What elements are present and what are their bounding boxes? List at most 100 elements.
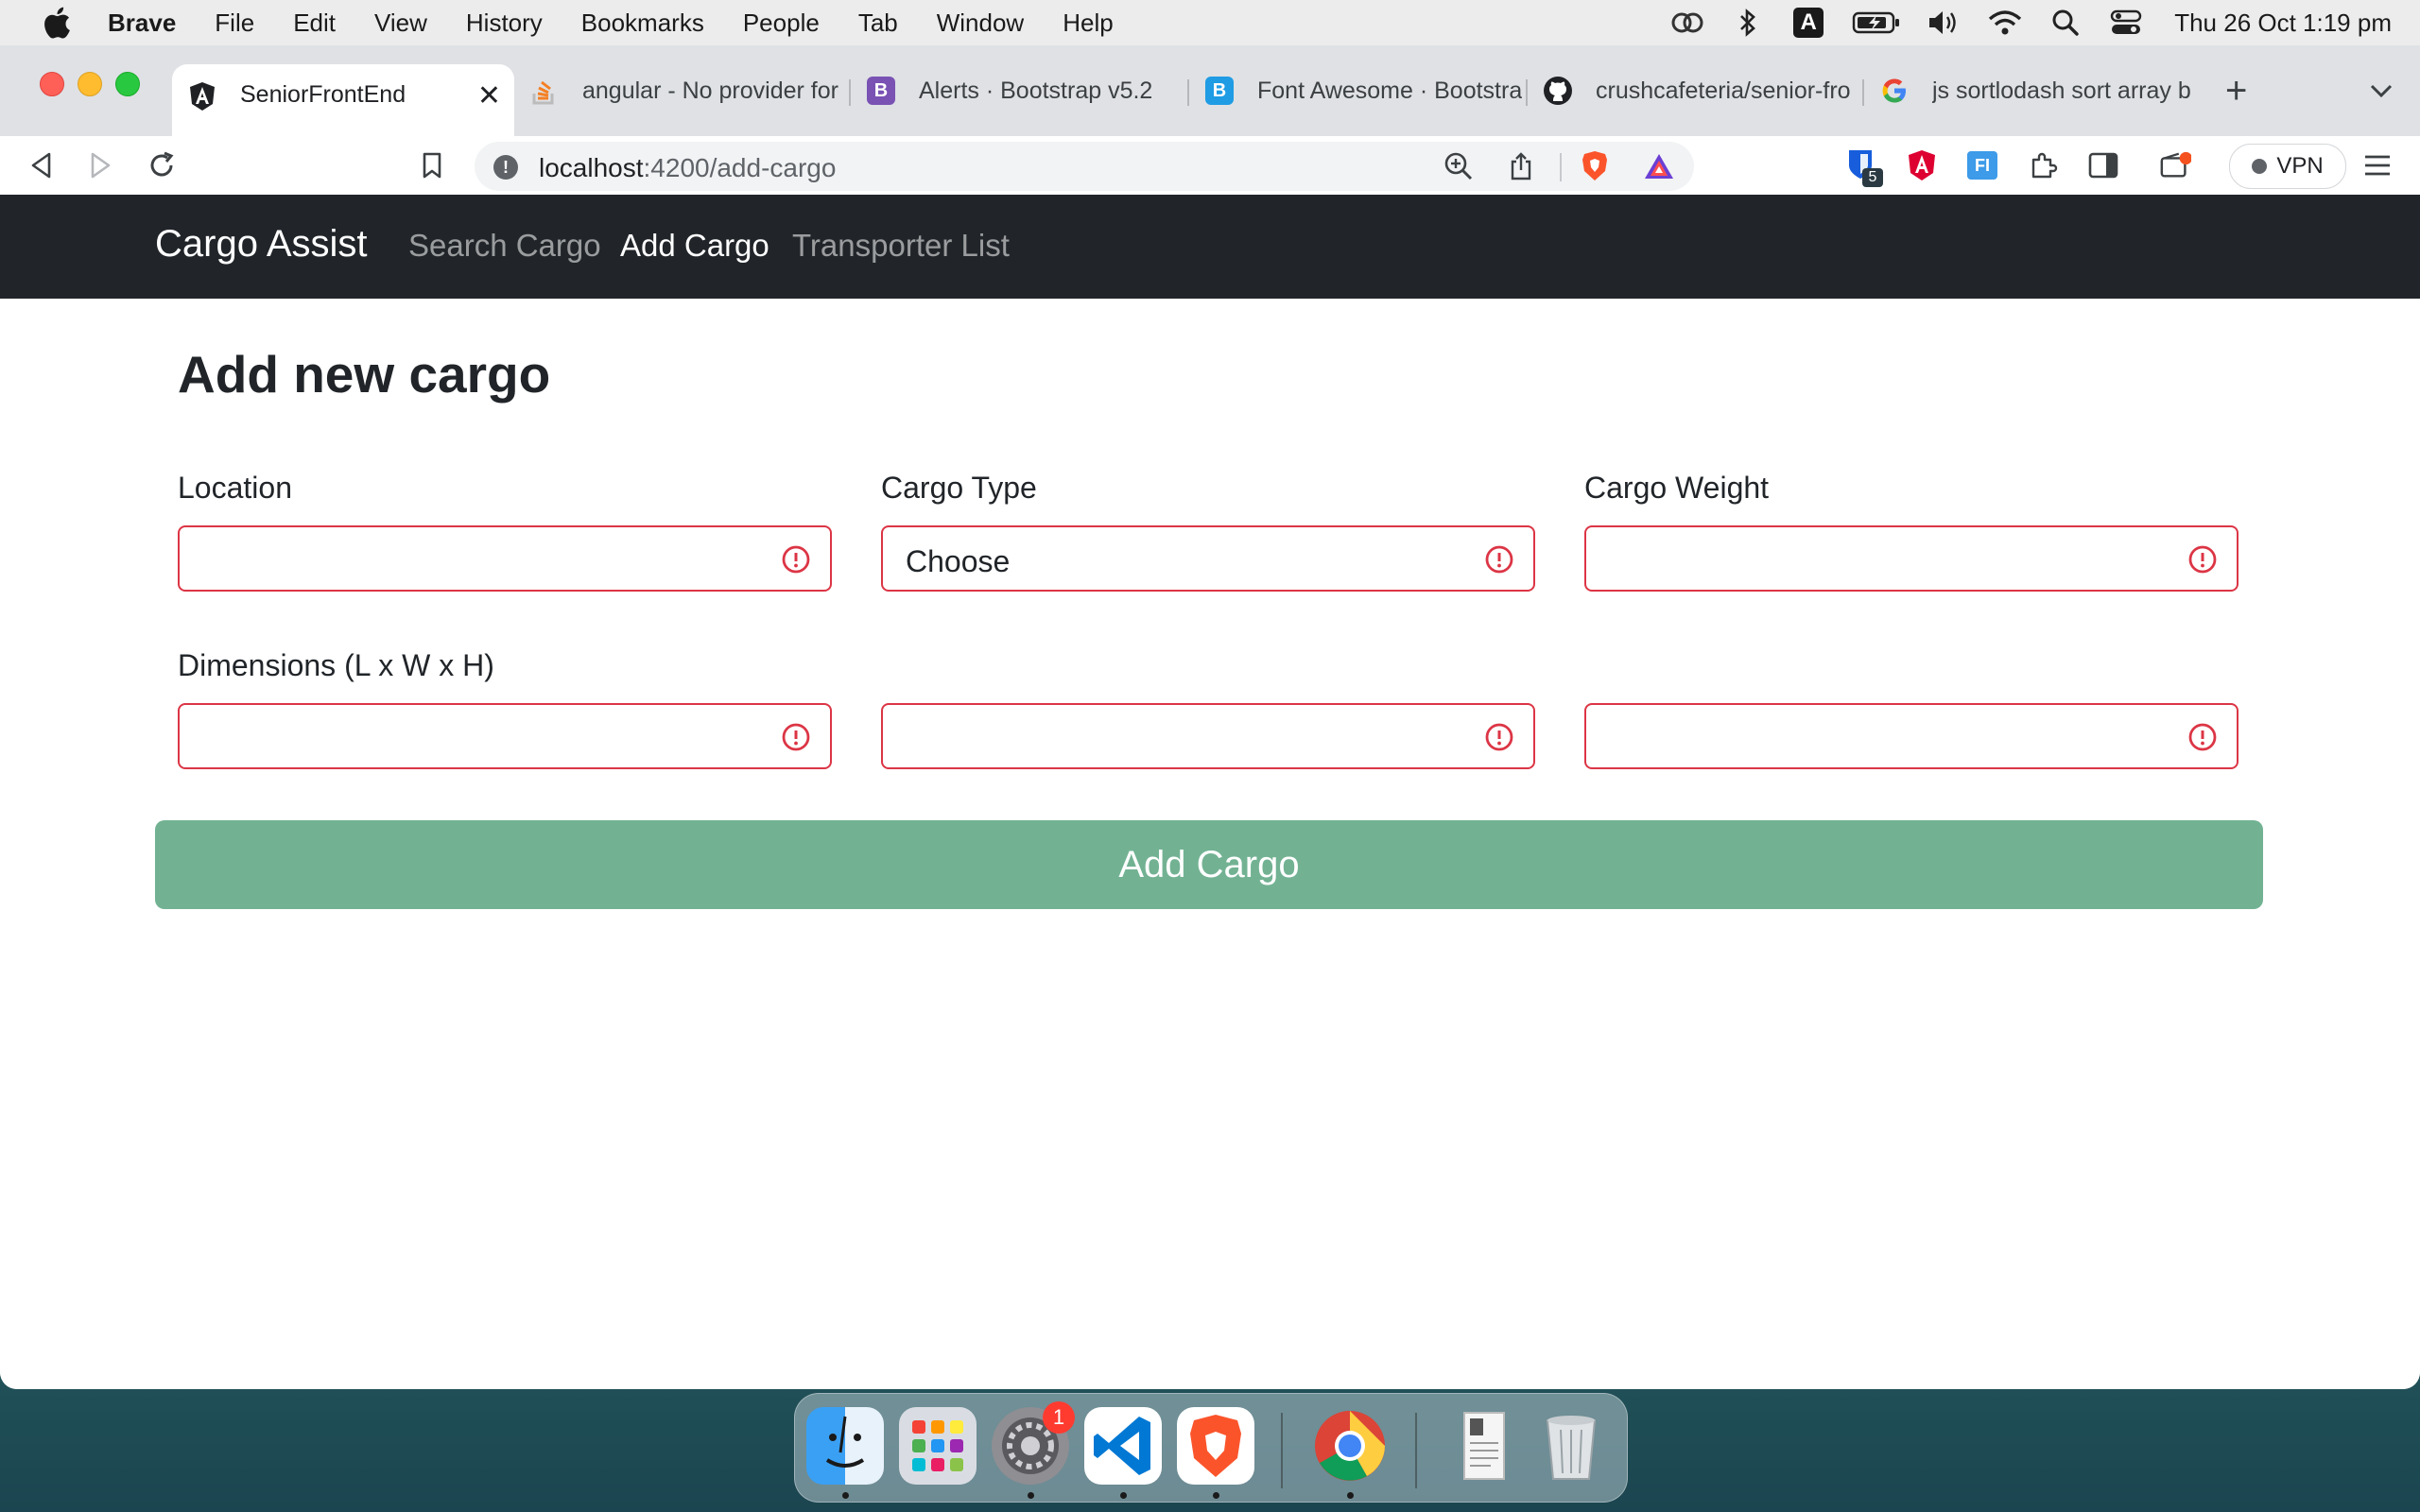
- page-title: Add new cargo: [178, 345, 551, 404]
- tab-title: crushcafeteria/senior-fro: [1596, 77, 1851, 104]
- window-zoom-button[interactable]: [115, 72, 140, 96]
- wallet-icon[interactable]: [2159, 149, 2191, 181]
- invalid-feedback-icon: [1485, 723, 1513, 751]
- tab-title: Font Awesome · Bootstra: [1257, 77, 1523, 104]
- back-icon[interactable]: [25, 149, 57, 181]
- dock-separator: [1281, 1413, 1283, 1488]
- length-input[interactable]: [178, 703, 832, 769]
- menu-tab[interactable]: Tab: [858, 9, 898, 38]
- address-bar[interactable]: ! localhost:4200/add-cargo: [475, 142, 1694, 191]
- tab-seniorfrontend[interactable]: SeniorFrontEnd ✕: [172, 64, 514, 136]
- bookmark-icon[interactable]: [416, 149, 448, 181]
- dock: 1: [794, 1393, 1628, 1503]
- dock-separator: [1415, 1413, 1417, 1488]
- menu-people[interactable]: People: [743, 9, 820, 38]
- battery-icon[interactable]: [1851, 5, 1902, 41]
- tab-title: js sortlodash sort array b: [1932, 77, 2191, 104]
- share-icon[interactable]: [1505, 150, 1537, 182]
- location-input[interactable]: [178, 525, 832, 592]
- tab-close-icon[interactable]: ✕: [477, 79, 501, 112]
- menu-bookmarks[interactable]: Bookmarks: [581, 9, 704, 38]
- browser-toolbar: ! localhost:4200/add-cargo 5 FI VPN: [0, 136, 2420, 196]
- invalid-feedback-icon: [2188, 545, 2217, 574]
- angular-devtools-icon[interactable]: [1906, 149, 1938, 181]
- browser-window: SeniorFrontEnd ✕ angular - No provider f…: [0, 45, 2420, 1389]
- vpn-button[interactable]: VPN: [2229, 144, 2346, 189]
- omnibox-divider: [1560, 153, 1562, 181]
- menu-bar: Brave File Edit View History Bookmarks P…: [0, 0, 2420, 45]
- bootstrap-icon: B: [866, 76, 896, 106]
- bluetooth-icon[interactable]: [1730, 5, 1766, 41]
- menu-app-name[interactable]: Brave: [108, 9, 176, 38]
- window-close-button[interactable]: [40, 72, 64, 96]
- bitwarden-extension-icon[interactable]: 5: [1845, 149, 1883, 187]
- window-minimize-button[interactable]: [78, 72, 102, 96]
- tab-github-senior-frontend[interactable]: crushcafeteria/senior-fro: [1528, 64, 1860, 117]
- site-info-icon[interactable]: !: [493, 155, 518, 180]
- tab-title: SeniorFrontEnd: [240, 81, 406, 108]
- extensions-puzzle-icon[interactable]: [2027, 149, 2059, 181]
- sidebar-toggle-icon[interactable]: [2087, 149, 2119, 181]
- brave-rewards-icon[interactable]: [1643, 150, 1675, 182]
- menubar-clock[interactable]: Thu 26 Oct 1:19 pm: [2174, 9, 2392, 38]
- finder-icon[interactable]: [806, 1407, 884, 1485]
- spotlight-search-icon[interactable]: [2048, 5, 2083, 41]
- input-source-letter: A: [1793, 8, 1824, 38]
- cargo-weight-label: Cargo Weight: [1584, 471, 1770, 505]
- control-center-icon[interactable]: [2108, 5, 2144, 41]
- github-icon: [1543, 76, 1573, 106]
- brave-icon[interactable]: [1177, 1407, 1254, 1485]
- dock-running-indicator: [842, 1492, 849, 1499]
- apple-menu-icon[interactable]: [38, 4, 76, 42]
- menu-help[interactable]: Help: [1063, 9, 1113, 38]
- tab-alerts-bootstrap[interactable]: B Alerts · Bootstrap v5.2: [851, 64, 1184, 117]
- launchpad-icon[interactable]: [899, 1407, 977, 1485]
- cargo-type-select[interactable]: Choose: [881, 525, 1535, 592]
- bitwarden-badge: 5: [1862, 168, 1883, 187]
- dock-running-indicator: [1028, 1492, 1034, 1499]
- volume-icon[interactable]: [1927, 5, 1962, 41]
- url-host: localhost: [539, 153, 644, 182]
- new-tab-button[interactable]: +: [2225, 72, 2247, 110]
- google-icon: [1879, 76, 1910, 106]
- height-input[interactable]: [1584, 703, 2238, 769]
- menu-window[interactable]: Window: [937, 9, 1024, 38]
- invalid-feedback-icon: [1485, 545, 1513, 574]
- menu-history[interactable]: History: [466, 9, 543, 38]
- nav-add-cargo[interactable]: Add Cargo: [620, 228, 769, 264]
- wifi-icon[interactable]: [1987, 5, 2023, 41]
- dock-running-indicator: [1213, 1492, 1219, 1499]
- navbar-brand[interactable]: Cargo Assist: [155, 223, 368, 266]
- document-icon[interactable]: [1445, 1407, 1523, 1485]
- menu-edit[interactable]: Edit: [293, 9, 336, 38]
- address-url: localhost:4200/add-cargo: [539, 153, 836, 183]
- dock-running-indicator: [1347, 1492, 1354, 1499]
- tab-google-search[interactable]: js sortlodash sort array b: [1864, 64, 2191, 117]
- add-cargo-button[interactable]: Add Cargo: [155, 820, 2263, 909]
- nav-search-cargo[interactable]: Search Cargo: [408, 228, 601, 264]
- zoom-icon[interactable]: [1443, 150, 1475, 182]
- cargo-weight-input[interactable]: [1584, 525, 2238, 592]
- invalid-feedback-icon: [782, 545, 810, 574]
- trash-icon[interactable]: [1532, 1407, 1610, 1485]
- vpn-status-icon: [2252, 159, 2268, 174]
- nav-transporter-list[interactable]: Transporter List: [792, 228, 1010, 264]
- width-input[interactable]: [881, 703, 1535, 769]
- vscode-icon[interactable]: [1084, 1407, 1162, 1485]
- tab-font-awesome-bootstrap[interactable]: B Font Awesome · Bootstra: [1189, 64, 1524, 117]
- forward-icon[interactable]: [85, 149, 117, 181]
- reload-icon[interactable]: [146, 149, 178, 181]
- creative-cloud-icon[interactable]: [1669, 5, 1705, 41]
- input-source-icon[interactable]: A: [1790, 5, 1826, 41]
- hamburger-menu-icon[interactable]: [2361, 149, 2394, 181]
- invalid-feedback-icon: [782, 723, 810, 751]
- chrome-icon[interactable]: [1311, 1407, 1389, 1485]
- tab-angular-no-provider[interactable]: angular - No provider for: [514, 64, 847, 117]
- menu-file[interactable]: File: [215, 9, 254, 38]
- angular-icon: [187, 81, 217, 112]
- tab-search-chevron-down-icon[interactable]: [2369, 81, 2394, 105]
- fi-extension-icon[interactable]: FI: [1966, 149, 1998, 181]
- brave-shields-icon[interactable]: [1579, 150, 1611, 182]
- stackoverflow-icon: [529, 76, 560, 106]
- menu-view[interactable]: View: [374, 9, 427, 38]
